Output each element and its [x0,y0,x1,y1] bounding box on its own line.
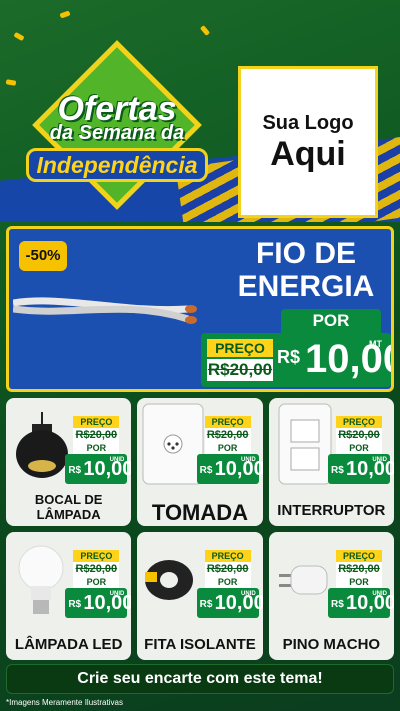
campaign-banner: Independência [26,148,208,182]
campaign-badge: Ofertas da Semana da Independência [22,40,212,210]
product-name: TOMADA [151,500,249,525]
price-unit: MT [369,339,382,349]
price-tag: PREÇO R$20,00 POR R$ 10,00 UNID [65,416,131,488]
logo-text-2: Aqui [270,134,346,173]
price-tag: PREÇO R$20,00 POR R$ 10,00 UNID [196,416,263,488]
plug-image [278,565,328,595]
logo-text-1: Sua Logo [262,111,354,134]
campaign-subtitle: da Semana da [49,122,185,144]
preco-label: PREÇO [207,339,273,357]
product-name: BOCAL DE LÂMPADA [34,492,103,522]
product-card[interactable]: PREÇO R$20,00 POR R$ 10,00 UNID INTERRUPTO… [268,398,394,526]
price-tag: PREÇO R$20,00 POR R$ 10,00 UNID [328,416,394,488]
led-bulb-image [18,545,64,614]
product-card[interactable]: PREÇO R$20,00 POR R$ 10,00 UNID PINO MACHO [268,532,394,660]
cable-image [13,297,197,324]
hero-banner: Ofertas da Semana da Independência Sua L… [0,0,400,222]
por-label: POR [281,309,381,333]
product-name: PINO MACHO [282,636,381,653]
currency: R$ [277,347,301,367]
product-card[interactable]: PREÇO R$20,00 POR R$ 10,00 UNID BOCAL DE L… [6,398,132,526]
featured-price-tag: PREÇO R$20,00 R$ 10,00 MT [201,333,391,387]
disclaimer: *Imagens Meramente Ilustrativas [6,698,123,707]
bulb-socket-image [16,412,68,478]
price-tag: PREÇO R$20,00 POR R$ 10,00 UNID [328,550,394,622]
price-tag: PREÇO R$20,00 POR R$ 10,00 UNID [65,550,131,622]
product-grid: PREÇO R$20,00 POR R$ 10,00 UNID BOCAL DE L… [6,398,394,660]
product-name: LÂMPADA LED [14,636,123,653]
cta-button[interactable]: Crie seu encarte com este tema! [6,664,394,694]
product-card[interactable]: PREÇO R$20,00 POR R$ 10,00 UNID TOMADA [137,398,263,526]
flyer: Ofertas da Semana da Independência Sua L… [0,0,400,711]
tape-image [145,560,194,600]
product-card[interactable]: PREÇO R$20,00 POR R$ 10,00 UNID FITA ISOLA… [137,532,263,660]
discount-badge: -50% [19,241,67,271]
product-name: INTERRUPTOR [277,502,386,519]
price-tag: PREÇO R$20,00 POR R$ 10,00 UNID [196,550,263,622]
featured-offer[interactable]: -50% FIO DE ENERGIA POR PREÇO R$20,00 R$… [6,226,394,392]
switch-image [278,403,332,485]
old-price: R$20,00 [207,359,273,381]
product-card[interactable]: PREÇO R$20,00 POR R$ 10,00 UNID LÂMPADA LE… [6,532,132,660]
product-name: FITA ISOLANTE [144,636,256,653]
logo-placeholder[interactable]: Sua Logo Aqui [238,66,378,218]
featured-title: FIO DE ENERGIA [237,237,375,303]
